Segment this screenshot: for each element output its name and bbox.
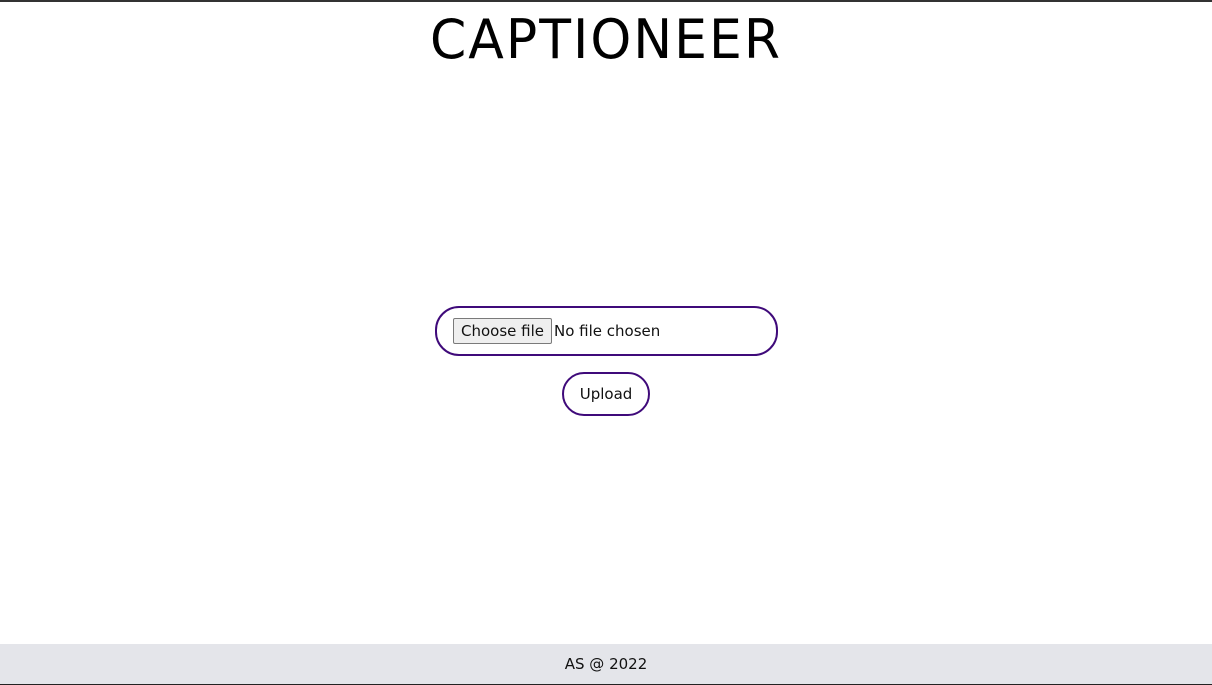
footer: AS @ 2022 bbox=[0, 644, 1212, 685]
footer-text: AS @ 2022 bbox=[564, 655, 648, 673]
choose-file-button[interactable]: Choose file bbox=[453, 318, 552, 344]
page-title: CAPTIONEER bbox=[429, 8, 782, 72]
top-border bbox=[0, 0, 1212, 2]
file-status-text: No file chosen bbox=[554, 322, 661, 340]
upload-button[interactable]: Upload bbox=[562, 372, 650, 416]
file-input-field[interactable]: Choose file No file chosen bbox=[435, 306, 778, 356]
